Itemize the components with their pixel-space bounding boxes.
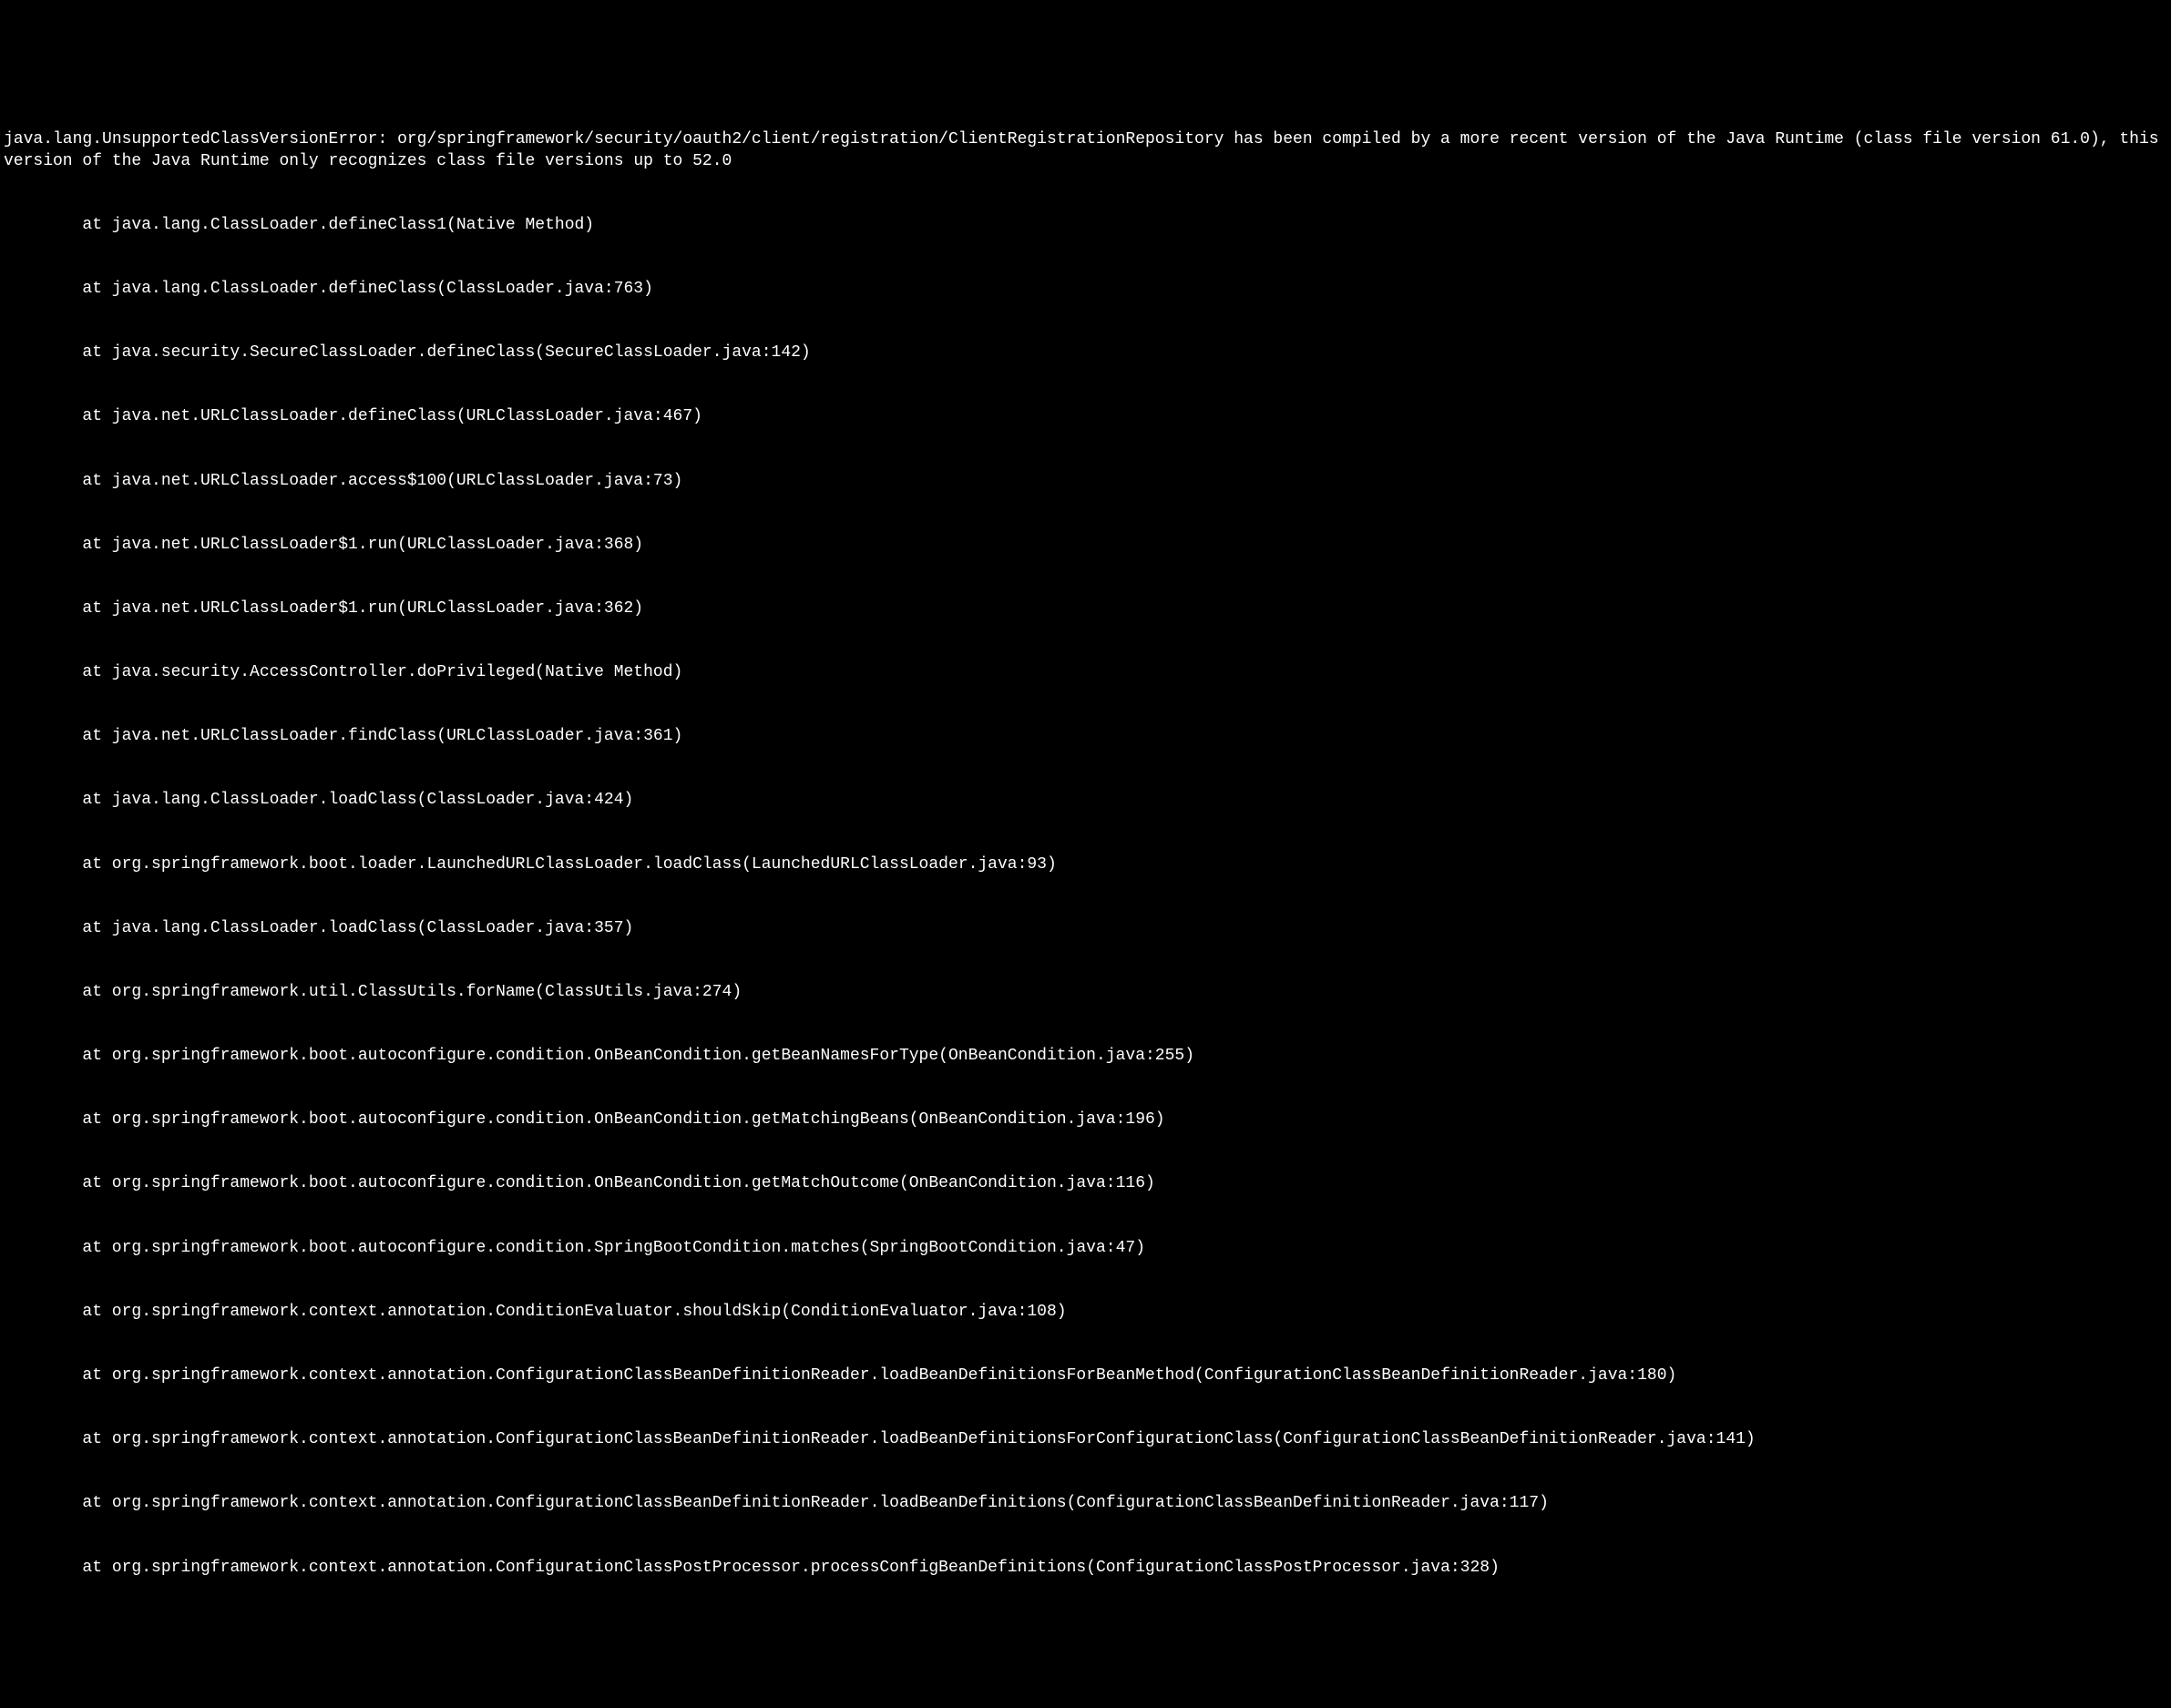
stack-frame: at java.net.URLClassLoader.findClass(URL…	[4, 726, 2167, 747]
stack-frame-wrapped: at org.springframework.context.annotatio…	[4, 1493, 2167, 1514]
stack-frame-wrapped: at org.springframework.context.annotatio…	[4, 1429, 2167, 1450]
stack-frame: at java.lang.ClassLoader.defineClass1(Na…	[4, 215, 2167, 236]
stack-frame: at java.net.URLClassLoader$1.run(URLClas…	[4, 598, 2167, 619]
stack-frame: at java.lang.ClassLoader.loadClass(Class…	[4, 790, 2167, 811]
stack-frame: at java.net.URLClassLoader$1.run(URLClas…	[4, 535, 2167, 556]
stack-frame: at java.lang.ClassLoader.loadClass(Class…	[4, 918, 2167, 939]
stack-frame: at org.springframework.context.annotatio…	[4, 1302, 2167, 1323]
stack-frame: at java.net.URLClassLoader.defineClass(U…	[4, 406, 2167, 427]
stack-frame-wrapped: at org.springframework.context.annotatio…	[4, 1558, 2167, 1579]
error-message: java.lang.UnsupportedClassVersionError: …	[4, 129, 2167, 172]
terminal-output[interactable]: java.lang.UnsupportedClassVersionError: …	[4, 87, 2167, 1601]
stack-frame: at org.springframework.boot.autoconfigur…	[4, 1173, 2167, 1194]
stack-frame: at java.security.SecureClassLoader.defin…	[4, 343, 2167, 363]
stack-frame: at org.springframework.boot.loader.Launc…	[4, 854, 2167, 875]
stack-frame: at java.security.AccessController.doPriv…	[4, 662, 2167, 683]
stack-frame-wrapped: at org.springframework.context.annotatio…	[4, 1365, 2167, 1386]
stack-frame: at java.net.URLClassLoader.access$100(UR…	[4, 471, 2167, 492]
stack-frame: at java.lang.ClassLoader.defineClass(Cla…	[4, 279, 2167, 300]
stack-frame: at org.springframework.boot.autoconfigur…	[4, 1046, 2167, 1067]
stack-frame: at org.springframework.boot.autoconfigur…	[4, 1238, 2167, 1259]
stack-frame: at org.springframework.util.ClassUtils.f…	[4, 982, 2167, 1003]
stack-frame: at org.springframework.boot.autoconfigur…	[4, 1110, 2167, 1130]
